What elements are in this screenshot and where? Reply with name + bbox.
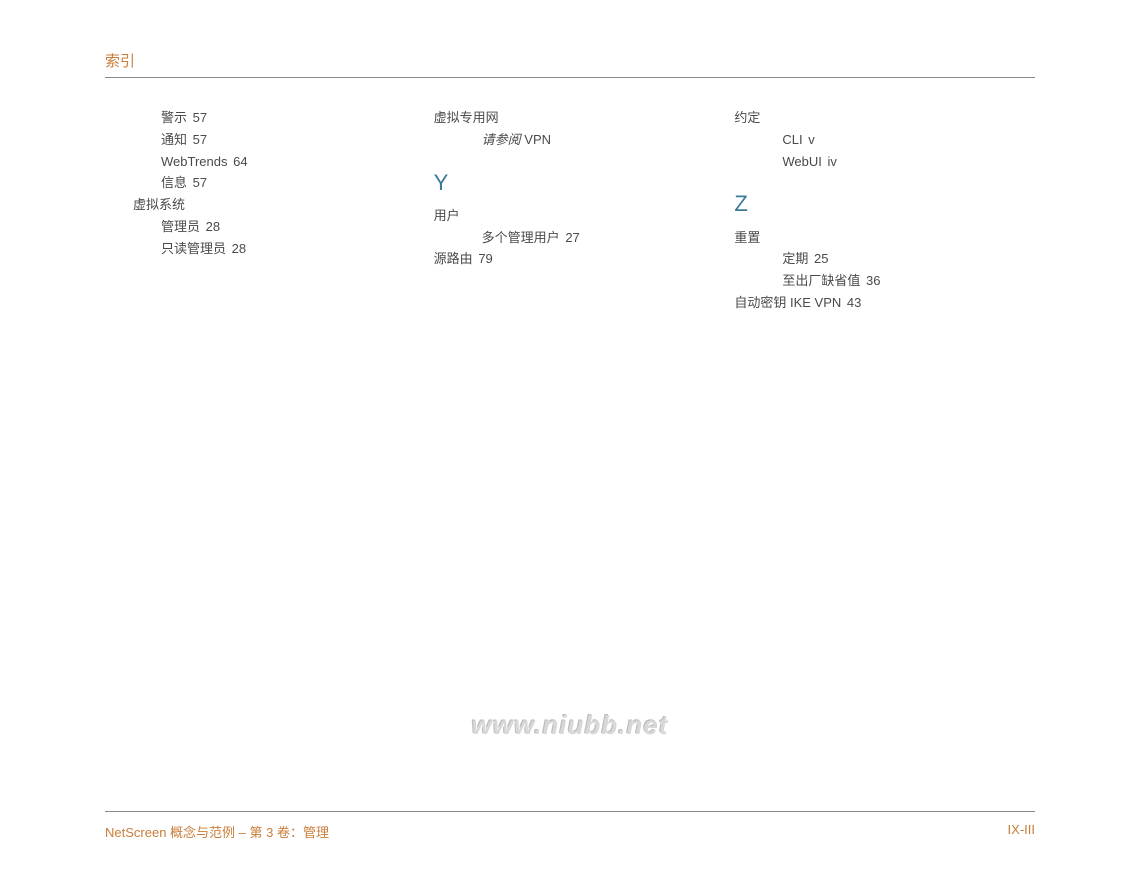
index-entry: 通知 57 bbox=[133, 130, 434, 151]
index-entry: 警示 57 bbox=[133, 108, 434, 129]
entry-text: 虚拟系统 bbox=[133, 197, 185, 212]
section-letter-y: Y bbox=[434, 165, 735, 200]
watermark: www.niubb.net bbox=[472, 710, 669, 741]
entry-text: 虚拟专用网 bbox=[434, 110, 499, 125]
entry-text: 信息 bbox=[161, 175, 187, 190]
index-entry: 源路由 79 bbox=[434, 249, 735, 270]
index-entry: 至出厂缺省值 36 bbox=[734, 271, 1035, 292]
index-entry: 管理员 28 bbox=[133, 217, 434, 238]
index-entry: 虚拟专用网 bbox=[434, 108, 735, 129]
entry-text: 警示 bbox=[161, 110, 187, 125]
index-entry: CLI v bbox=[734, 130, 1035, 151]
index-entry: 信息 57 bbox=[133, 173, 434, 194]
index-entry: 虚拟系统 bbox=[133, 195, 434, 216]
index-entry: 重置 bbox=[734, 228, 1035, 249]
page-title: 索引 bbox=[105, 50, 1035, 78]
entry-text: 只读管理员 bbox=[161, 241, 226, 256]
entry-page: 28 bbox=[206, 219, 220, 234]
column-3: 约定 CLI v WebUI iv Z 重置 定期 25 至出厂缺省值 36 自… bbox=[734, 108, 1035, 315]
entry-text: 用户 bbox=[434, 208, 460, 223]
index-columns: 警示 57 通知 57 WebTrends 64 信息 57 虚拟系统 管理员 … bbox=[105, 108, 1035, 315]
entry-prefix: 请参阅 bbox=[482, 132, 521, 147]
entry-text: WebUI bbox=[782, 154, 822, 169]
index-entry: 请参阅 VPN bbox=[434, 130, 735, 151]
entry-page: 43 bbox=[847, 295, 861, 310]
entry-text: 通知 bbox=[161, 132, 187, 147]
entry-text: 重置 bbox=[734, 230, 760, 245]
entry-page: 27 bbox=[565, 230, 579, 245]
entry-text: 管理员 bbox=[161, 219, 200, 234]
entry-text: 至出厂缺省值 bbox=[782, 273, 860, 288]
entry-page: v bbox=[808, 132, 815, 147]
entry-text: VPN bbox=[521, 132, 551, 147]
entry-text: 多个管理用户 bbox=[482, 230, 560, 245]
entry-page: 28 bbox=[232, 241, 246, 256]
index-entry: 用户 bbox=[434, 206, 735, 227]
section-letter-z: Z bbox=[734, 186, 1035, 221]
entry-text: 自动密钥 IKE VPN bbox=[734, 295, 841, 310]
index-entry: 只读管理员 28 bbox=[133, 239, 434, 260]
entry-page: 79 bbox=[478, 251, 492, 266]
entry-text: WebTrends bbox=[161, 154, 227, 169]
page-container: 索引 警示 57 通知 57 WebTrends 64 信息 57 虚拟系统 管… bbox=[0, 0, 1140, 881]
footer-left: NetScreen 概念与范例 – 第 3 卷：管理 bbox=[105, 822, 329, 841]
entry-page: iv bbox=[827, 154, 836, 169]
entry-text: CLI bbox=[782, 132, 802, 147]
entry-text: 源路由 bbox=[434, 251, 473, 266]
entry-text: 定期 bbox=[782, 251, 808, 266]
footer: NetScreen 概念与范例 – 第 3 卷：管理 IX-III bbox=[105, 811, 1035, 841]
entry-page: 57 bbox=[193, 110, 207, 125]
entry-page: 25 bbox=[814, 251, 828, 266]
column-1: 警示 57 通知 57 WebTrends 64 信息 57 虚拟系统 管理员 … bbox=[105, 108, 434, 315]
index-entry: WebUI iv bbox=[734, 152, 1035, 173]
entry-page: 57 bbox=[193, 175, 207, 190]
index-entry: 多个管理用户 27 bbox=[434, 228, 735, 249]
entry-page: 57 bbox=[193, 132, 207, 147]
entry-page: 64 bbox=[233, 154, 247, 169]
column-2: 虚拟专用网 请参阅 VPN Y 用户 多个管理用户 27 源路由 79 bbox=[434, 108, 735, 315]
index-entry: 约定 bbox=[734, 108, 1035, 129]
index-entry: 定期 25 bbox=[734, 249, 1035, 270]
index-entry: WebTrends 64 bbox=[133, 152, 434, 173]
footer-right: IX-III bbox=[1008, 822, 1035, 841]
entry-text: 约定 bbox=[734, 110, 760, 125]
index-entry: 自动密钥 IKE VPN 43 bbox=[734, 293, 1035, 314]
entry-page: 36 bbox=[866, 273, 880, 288]
